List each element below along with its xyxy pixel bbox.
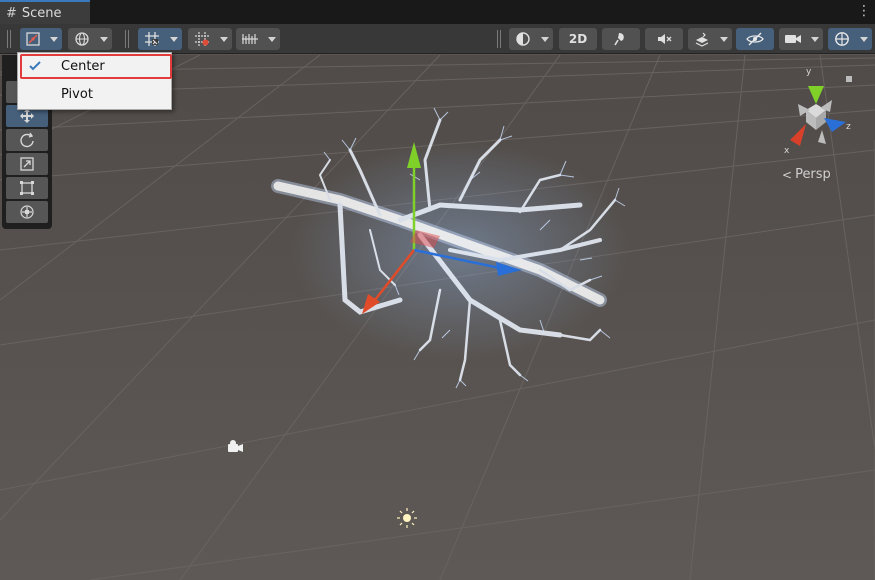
draw-mode-icon bbox=[516, 32, 530, 46]
hidden-objects-icon bbox=[746, 32, 764, 46]
gizmos-button[interactable] bbox=[828, 28, 856, 50]
transform-icon bbox=[20, 205, 34, 219]
global-local-dropdown-caret[interactable] bbox=[96, 28, 112, 50]
rotate-icon bbox=[20, 132, 34, 148]
rect-tool-button[interactable] bbox=[6, 177, 48, 199]
scale-icon bbox=[20, 157, 34, 171]
grid-visibility-icon bbox=[242, 34, 258, 44]
menu-item-center[interactable]: Center bbox=[18, 54, 171, 79]
grid-snap-button[interactable] bbox=[138, 28, 166, 50]
scene-grid bbox=[0, 55, 875, 580]
global-local-icon bbox=[75, 32, 89, 46]
camera-dropdown-caret[interactable] bbox=[807, 28, 823, 50]
pivot-center-dropdown-menu: Center Pivot bbox=[17, 52, 172, 110]
projection-label: Persp bbox=[795, 167, 831, 182]
menu-item-pivot[interactable]: Pivot bbox=[18, 82, 171, 107]
transform-tool-button[interactable] bbox=[6, 201, 48, 223]
chevron-left-icon: < bbox=[782, 167, 793, 182]
hidden-objects-toggle[interactable] bbox=[736, 28, 774, 50]
lighting-toggle[interactable] bbox=[602, 28, 640, 50]
gizmos-dropdown-caret[interactable] bbox=[856, 28, 872, 50]
transform-pivot-center-button[interactable] bbox=[20, 28, 46, 50]
camera-button[interactable] bbox=[779, 28, 807, 50]
draw-mode-button[interactable] bbox=[509, 28, 537, 50]
audio-toggle[interactable] bbox=[645, 28, 683, 50]
rotate-tool-button[interactable] bbox=[6, 129, 48, 151]
axis-label-x: x bbox=[784, 146, 790, 156]
projection-toggle[interactable]: < Persp bbox=[782, 167, 831, 182]
menu-item-pivot-label: Pivot bbox=[61, 87, 93, 102]
tab-bar: # Scene ⋮ bbox=[0, 0, 875, 24]
toolbar-grip-snap[interactable] bbox=[125, 30, 129, 48]
checkmark-icon bbox=[29, 61, 41, 71]
audio-mute-icon bbox=[658, 34, 672, 44]
grid-snap-dropdown-caret[interactable] bbox=[166, 28, 182, 50]
grid-snap-icon bbox=[145, 32, 159, 46]
transform-pivot-center-icon bbox=[26, 32, 40, 46]
increment-snap-icon bbox=[195, 32, 209, 46]
tab-scene-label: Scene bbox=[21, 5, 62, 21]
effects-button[interactable] bbox=[688, 28, 716, 50]
camera-icon bbox=[785, 35, 801, 43]
2d-toggle[interactable]: 2D bbox=[559, 28, 597, 50]
grid-visibility-button[interactable] bbox=[236, 28, 264, 50]
rect-icon bbox=[20, 181, 34, 195]
effects-icon bbox=[695, 32, 709, 47]
2d-toggle-label: 2D bbox=[568, 32, 588, 46]
tab-scene[interactable]: # Scene bbox=[0, 0, 90, 24]
draw-mode-dropdown-caret[interactable] bbox=[537, 28, 553, 50]
move-icon bbox=[20, 109, 34, 123]
increment-snap-button[interactable] bbox=[188, 28, 216, 50]
light-icon[interactable] bbox=[397, 508, 417, 528]
scene-viewport[interactable] bbox=[0, 55, 875, 580]
grid-visibility-dropdown-caret[interactable] bbox=[264, 28, 280, 50]
grid-hash-icon: # bbox=[6, 5, 17, 21]
increment-snap-dropdown-caret[interactable] bbox=[216, 28, 232, 50]
menu-item-center-label: Center bbox=[61, 59, 105, 74]
gizmos-icon bbox=[835, 32, 849, 46]
toolbar-grip-right[interactable] bbox=[497, 30, 501, 48]
effects-dropdown-caret[interactable] bbox=[716, 28, 732, 50]
axis-label-y: y bbox=[806, 67, 812, 77]
pivot-center-dropdown-caret[interactable] bbox=[46, 28, 62, 50]
kebab-menu-icon[interactable]: ⋮ bbox=[857, 3, 871, 19]
axis-label-z: z bbox=[846, 122, 851, 132]
lighting-icon bbox=[614, 33, 624, 46]
scale-tool-button[interactable] bbox=[6, 153, 48, 175]
scene-toolbar: 2D bbox=[0, 24, 875, 54]
scene-view-window: # Scene ⋮ 2D y z x < Persp Center Pivot bbox=[0, 0, 875, 580]
toolbar-grip-left[interactable] bbox=[7, 30, 11, 48]
global-local-button[interactable] bbox=[68, 28, 96, 50]
